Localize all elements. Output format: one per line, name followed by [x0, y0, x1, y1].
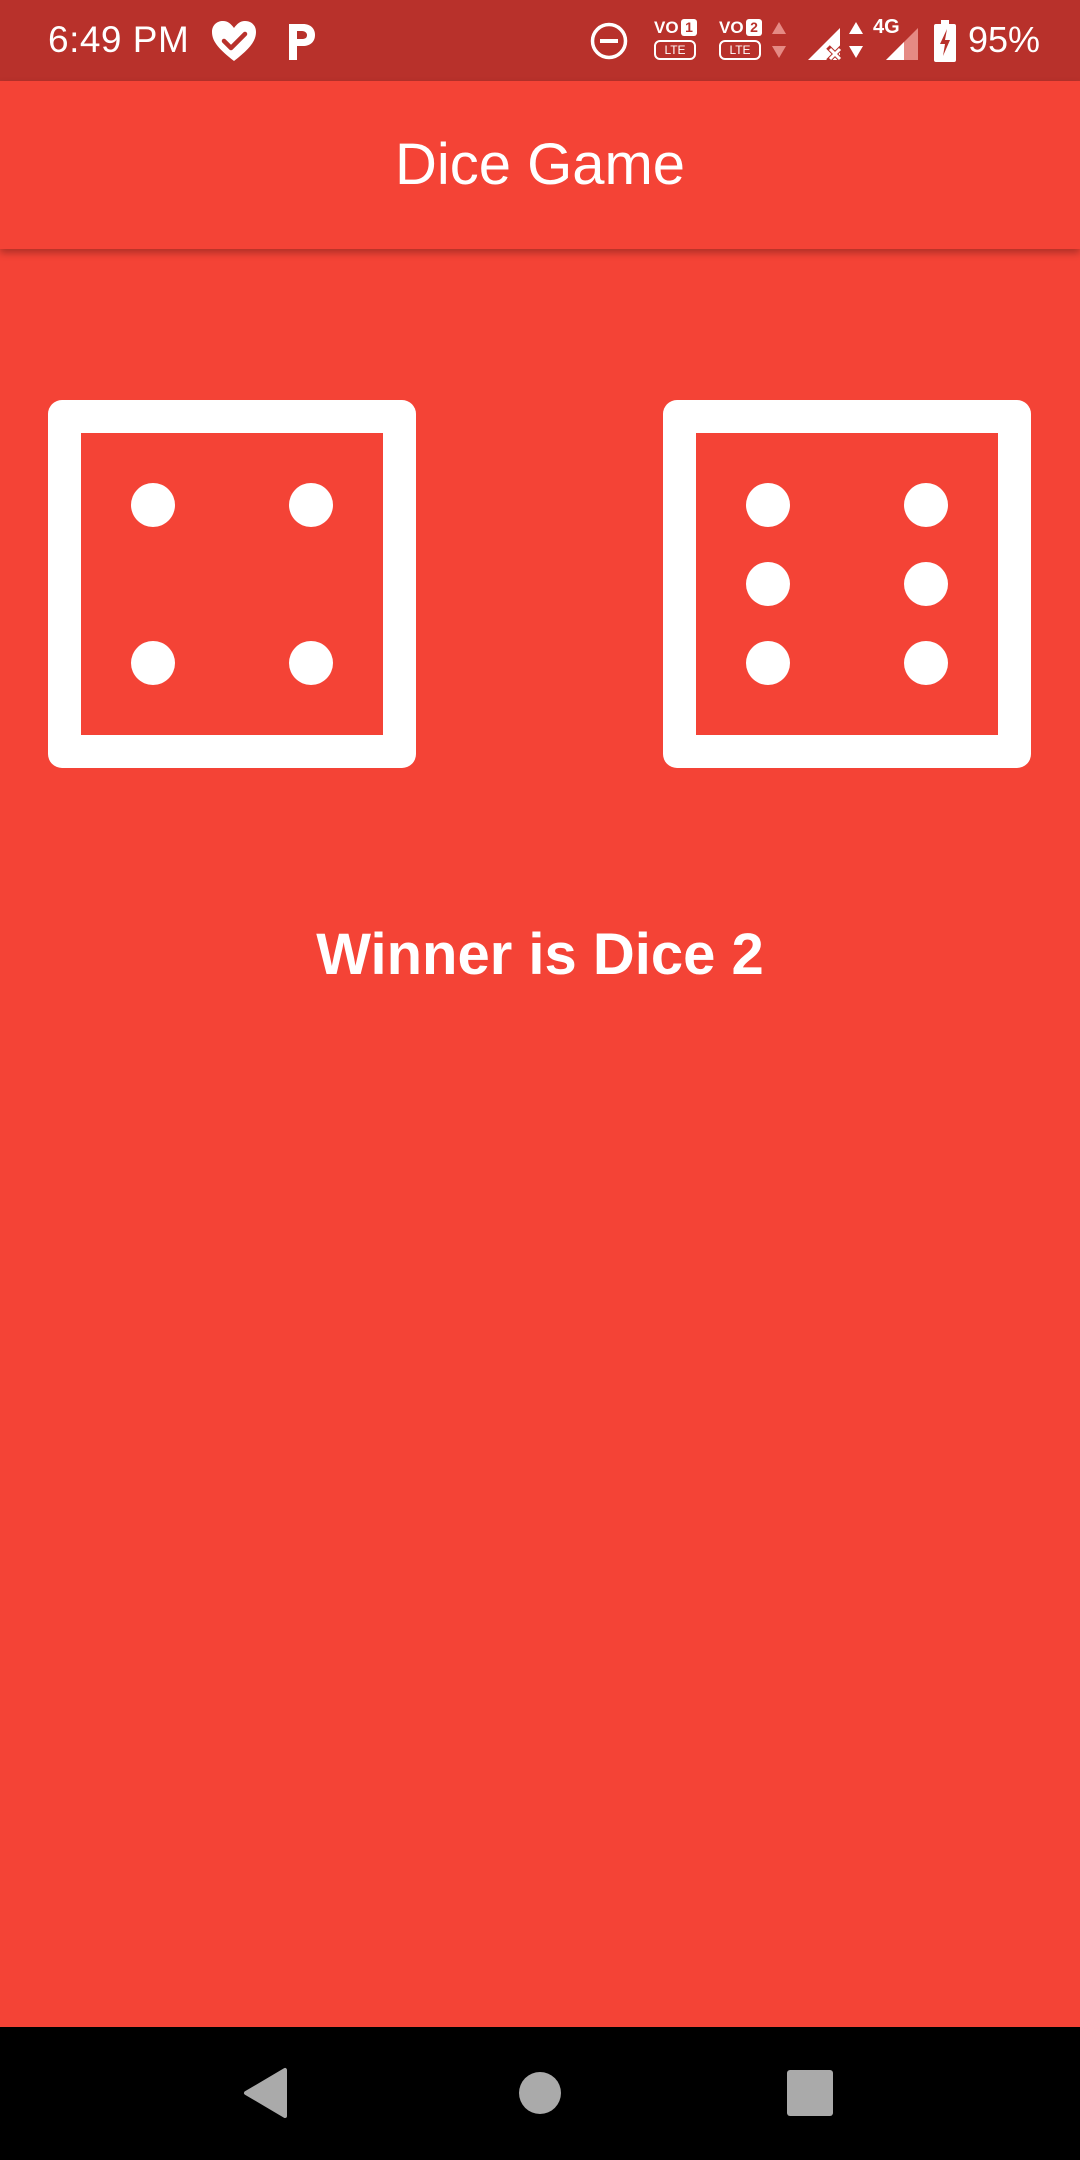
battery-charging-icon [934, 20, 956, 62]
winner-text: Winner is Dice 2 [316, 922, 764, 987]
dice-pip [904, 641, 948, 685]
volte-2-lte: LTE [719, 40, 761, 60]
signal-arrows-icon [849, 22, 863, 58]
status-bar: 6:49 PM VO 1 LTE VO 2 LTE 4G 95% [0, 0, 1080, 81]
dice-pip [746, 641, 790, 685]
heart-check-icon [212, 21, 256, 61]
navigation-bar [0, 2027, 1080, 2160]
home-icon[interactable] [518, 2071, 562, 2115]
data-arrows-icon [772, 22, 786, 58]
volte-2-label: VO [719, 18, 744, 37]
volte-2-icon: VO 2 LTE [717, 18, 763, 62]
recents-icon[interactable] [786, 2069, 834, 2117]
app-bar: Dice Game [0, 81, 1080, 249]
volte-1-icon: VO 1 LTE [652, 18, 698, 62]
dice-pip [131, 641, 175, 685]
dice-pip [131, 483, 175, 527]
dice-pip [904, 562, 948, 606]
signal-no-service-icon [808, 28, 844, 62]
status-time: 6:49 PM [48, 19, 190, 60]
dice-1-button[interactable] [48, 400, 416, 768]
volte-1-label: VO [654, 18, 679, 37]
volte-1-number: 1 [681, 19, 697, 36]
dice-pip [289, 483, 333, 527]
dice-pip [904, 483, 948, 527]
volte-1-lte: LTE [654, 40, 696, 60]
back-icon[interactable] [242, 2067, 288, 2119]
page-title: Dice Game [394, 132, 686, 197]
p-app-icon [289, 24, 315, 60]
dice-pip [289, 641, 333, 685]
battery-percent: 95% [968, 19, 1041, 60]
signal-4g-icon [886, 28, 918, 60]
volte-2-number: 2 [746, 19, 762, 36]
dice-pip [746, 483, 790, 527]
do-not-disturb-icon [590, 22, 628, 60]
dice-2-button[interactable] [663, 400, 1031, 768]
dice-pip [746, 562, 790, 606]
